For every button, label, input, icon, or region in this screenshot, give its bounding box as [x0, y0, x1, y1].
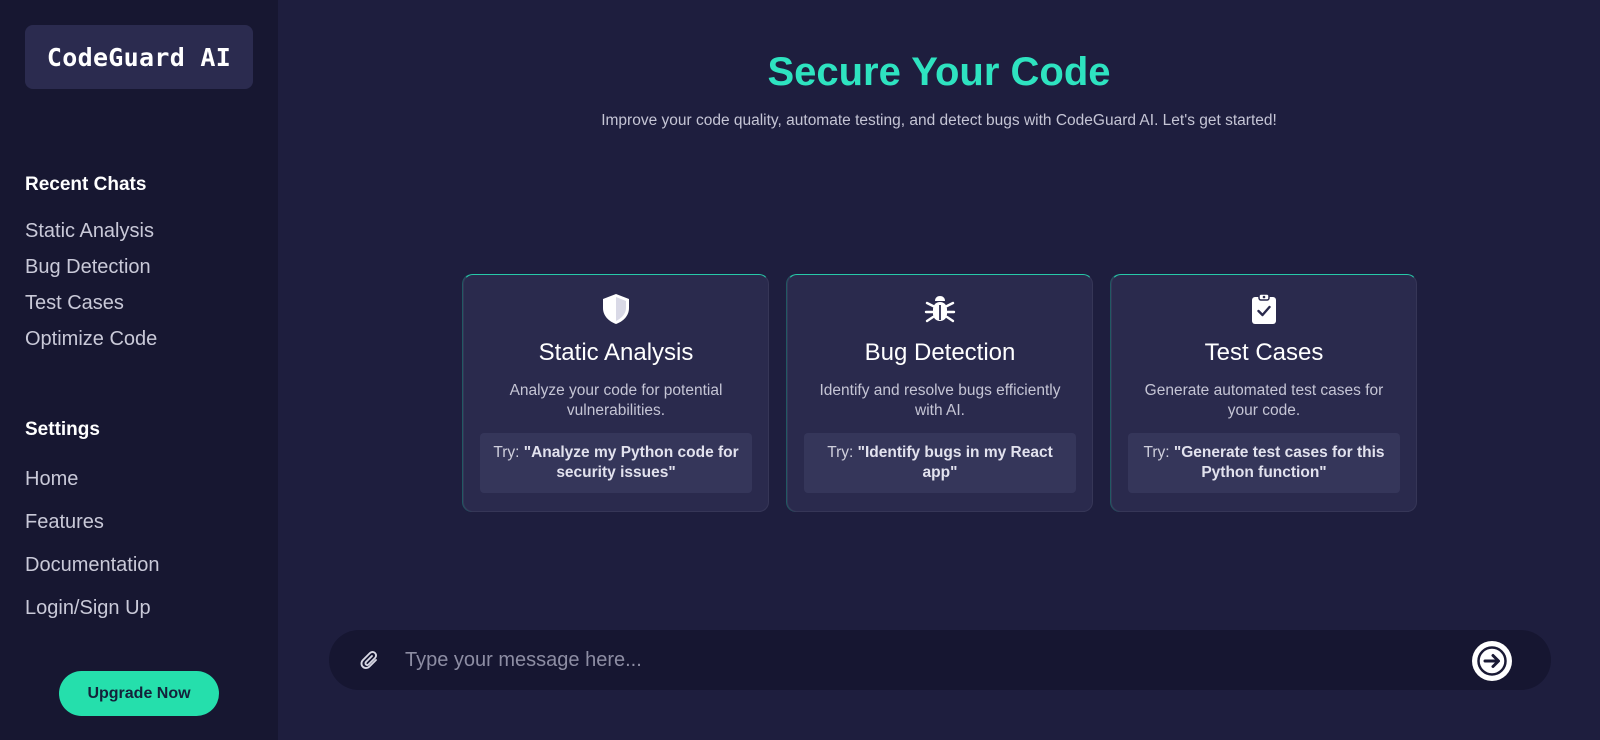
page-title: Secure Your Code: [767, 50, 1111, 94]
card-static-analysis[interactable]: Static Analysis Analyze your code for po…: [463, 274, 769, 512]
chat-input-bar: [329, 630, 1551, 690]
card-description: Analyze your code for potential vulnerab…: [509, 382, 723, 419]
try-example: "Generate test cases for this Python fun…: [1173, 444, 1385, 481]
try-prefix: Try:: [827, 444, 858, 461]
send-button[interactable]: [1472, 641, 1512, 681]
app-logo[interactable]: CodeGuard AI: [25, 25, 253, 89]
message-input[interactable]: [405, 640, 1455, 680]
recent-chat-bug-detection[interactable]: Bug Detection: [25, 249, 157, 285]
shield-icon: [464, 293, 768, 325]
nav-login-signup[interactable]: Login/Sign Up: [25, 587, 160, 630]
card-test-cases[interactable]: Test Cases Generate automated test cases…: [1111, 274, 1417, 512]
recent-chat-static-analysis[interactable]: Static Analysis: [25, 213, 157, 249]
recent-chat-optimize-code[interactable]: Optimize Code: [25, 321, 157, 357]
arrow-right-icon: [1477, 646, 1507, 676]
card-description: Identify and resolve bugs efficiently wi…: [819, 382, 1061, 419]
settings-list: Home Features Documentation Login/Sign U…: [25, 458, 160, 630]
card-title: Test Cases: [1204, 339, 1324, 366]
sidebar: CodeGuard AI Recent Chats Static Analysi…: [0, 0, 278, 740]
paperclip-icon[interactable]: [359, 650, 381, 672]
card-bug-detection[interactable]: Bug Detection Identify and resolve bugs …: [787, 274, 1093, 512]
recent-chat-test-cases[interactable]: Test Cases: [25, 285, 157, 321]
try-example: "Analyze my Python code for security iss…: [523, 444, 739, 481]
card-try-prompt[interactable]: Try: "Identify bugs in my React app": [804, 433, 1076, 493]
nav-home[interactable]: Home: [25, 458, 160, 501]
feature-cards: Static Analysis Analyze your code for po…: [463, 274, 1417, 512]
card-description: Generate automated test cases for your c…: [1144, 382, 1384, 419]
upgrade-now-button[interactable]: Upgrade Now: [59, 671, 219, 716]
try-prefix: Try:: [1143, 444, 1174, 461]
nav-features[interactable]: Features: [25, 501, 160, 544]
card-title: Bug Detection: [864, 339, 1016, 366]
page-subtitle: Improve your code quality, automate test…: [601, 112, 1277, 129]
card-title: Static Analysis: [538, 339, 694, 366]
settings-title: Settings: [25, 419, 100, 440]
nav-documentation[interactable]: Documentation: [25, 544, 160, 587]
bug-icon: [788, 293, 1092, 325]
recent-chats-list: Static Analysis Bug Detection Test Cases…: [25, 213, 157, 357]
try-example: "Identify bugs in my React app": [857, 444, 1053, 481]
try-prefix: Try:: [493, 444, 524, 461]
clipboard-check-icon: [1112, 293, 1416, 325]
main-content: Secure Your Code Improve your code quali…: [278, 0, 1600, 740]
card-try-prompt[interactable]: Try: "Generate test cases for this Pytho…: [1128, 433, 1400, 493]
recent-chats-title: Recent Chats: [25, 174, 147, 195]
card-try-prompt[interactable]: Try: "Analyze my Python code for securit…: [480, 433, 752, 493]
